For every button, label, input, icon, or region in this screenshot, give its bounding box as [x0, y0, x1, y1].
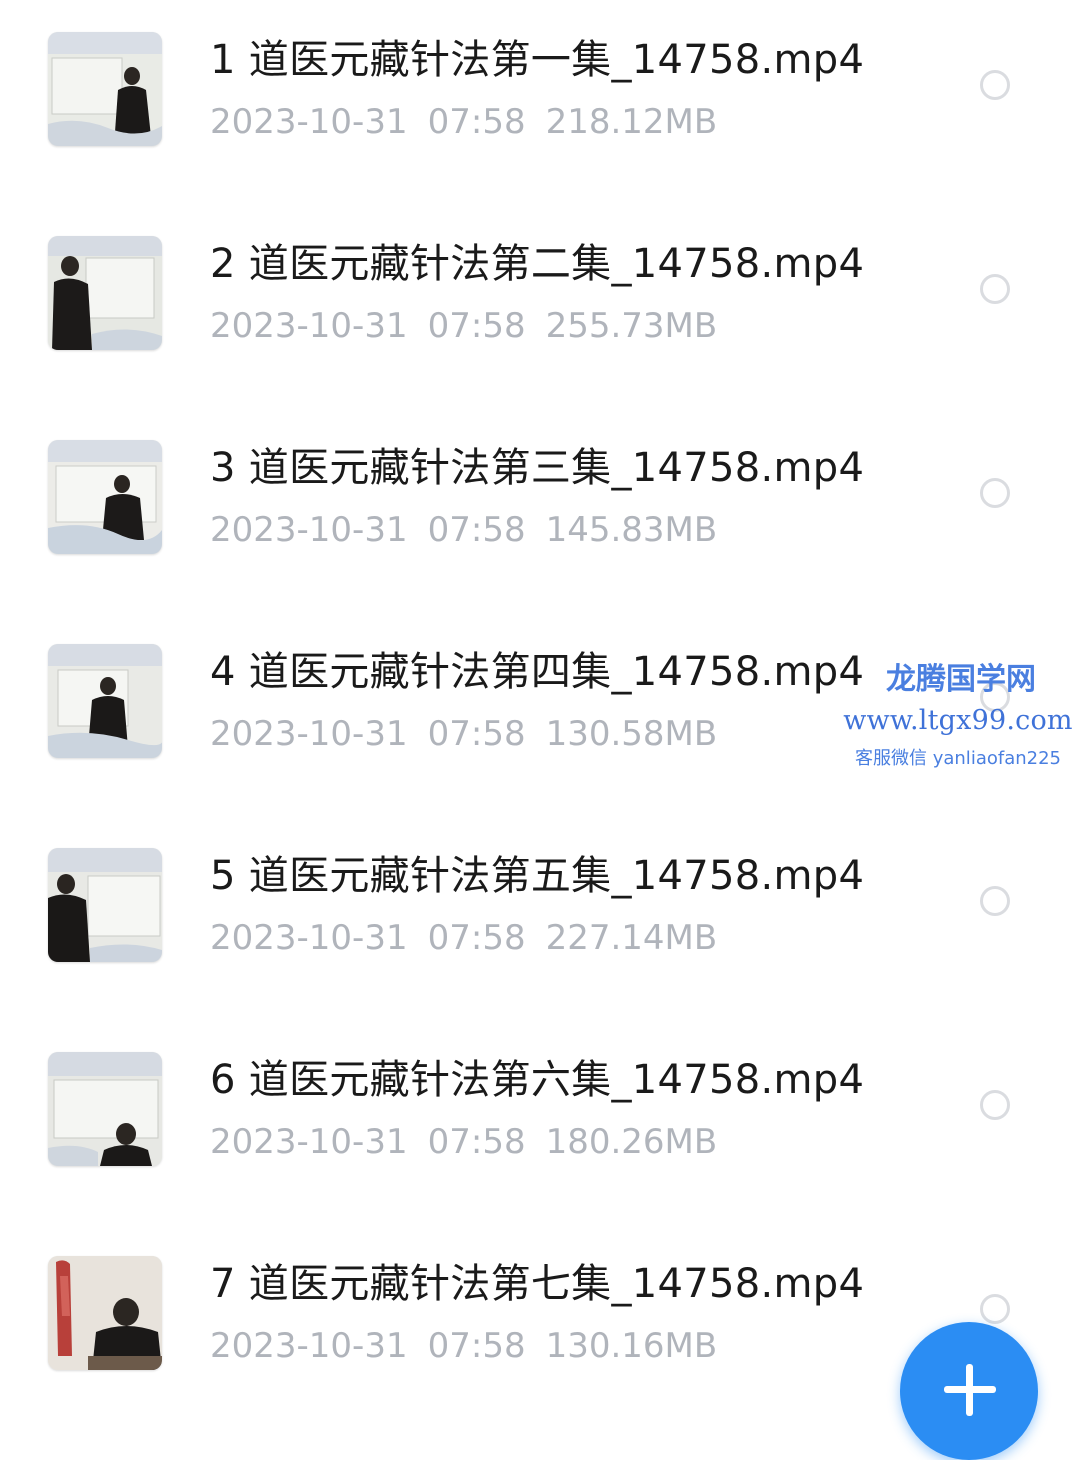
video-thumbnail: [48, 644, 162, 758]
file-meta: 2023-10-31 07:58 255.73MB: [210, 304, 737, 348]
file-size: 227.14MB: [545, 918, 718, 958]
file-name: 7 道医元藏针法第七集_14758.mp4: [210, 1261, 865, 1307]
select-checkbox[interactable]: [980, 274, 1010, 304]
file-size: 218.12MB: [545, 102, 718, 142]
file-time: 07:58: [427, 918, 526, 958]
watermark-contact: 客服微信 yanliaofan225: [855, 748, 1061, 769]
video-thumbnail: [48, 848, 162, 962]
watermark-url: www.ltgx99.com: [843, 705, 1073, 736]
file-time: 07:58: [427, 510, 526, 550]
file-date: 2023-10-31: [210, 1122, 408, 1162]
file-date: 2023-10-31: [210, 1326, 408, 1366]
file-size: 130.16MB: [545, 1326, 718, 1366]
file-time: 07:58: [427, 714, 526, 754]
file-meta: 2023-10-31 07:58 218.12MB: [210, 100, 737, 144]
file-date: 2023-10-31: [210, 714, 408, 754]
file-meta: 2023-10-31 07:58 180.26MB: [210, 1120, 737, 1164]
select-checkbox[interactable]: [980, 478, 1010, 508]
select-checkbox[interactable]: [980, 886, 1010, 916]
file-row[interactable]: 3 道医元藏针法第三集_14758.mp4 2023-10-31 07:58 145…: [0, 436, 1080, 586]
file-meta: 2023-10-31 07:58 227.14MB: [210, 916, 737, 960]
watermark-title: 龙腾国学网: [886, 662, 1036, 697]
watermark: 龙腾国学网 www.ltgx99.com 客服微信 yanliaofan225: [838, 660, 1078, 776]
video-thumbnail: [48, 32, 162, 146]
file-meta: 2023-10-31 07:58 145.83MB: [210, 508, 737, 552]
file-date: 2023-10-31: [210, 510, 408, 550]
file-size: 180.26MB: [545, 1122, 718, 1162]
file-row[interactable]: 1 道医元藏针法第一集_14758.mp4 2023-10-31 07:58 218…: [0, 28, 1080, 178]
file-time: 07:58: [427, 102, 526, 142]
file-date: 2023-10-31: [210, 102, 408, 142]
file-name: 3 道医元藏针法第三集_14758.mp4: [210, 445, 865, 491]
file-size: 145.83MB: [545, 510, 718, 550]
file-size: 255.73MB: [545, 306, 718, 346]
file-name: 2 道医元藏针法第二集_14758.mp4: [210, 241, 865, 287]
select-checkbox[interactable]: [980, 1294, 1010, 1324]
video-thumbnail: [48, 440, 162, 554]
file-meta: 2023-10-31 07:58 130.58MB: [210, 712, 737, 756]
file-row[interactable]: 2 道医元藏针法第二集_14758.mp4 2023-10-31 07:58 255…: [0, 232, 1080, 382]
file-time: 07:58: [427, 306, 526, 346]
file-date: 2023-10-31: [210, 918, 408, 958]
file-size: 130.58MB: [545, 714, 718, 754]
select-checkbox[interactable]: [980, 70, 1010, 100]
file-row[interactable]: 5 道医元藏针法第五集_14758.mp4 2023-10-31 07:58 227…: [0, 844, 1080, 994]
video-thumbnail: [48, 1052, 162, 1166]
file-row[interactable]: 6 道医元藏针法第六集_14758.mp4 2023-10-31 07:58 180…: [0, 1048, 1080, 1198]
video-thumbnail: [48, 236, 162, 350]
file-name: 6 道医元藏针法第六集_14758.mp4: [210, 1057, 865, 1103]
video-thumbnail: [48, 1256, 162, 1370]
select-checkbox[interactable]: [980, 1090, 1010, 1120]
file-name: 4 道医元藏针法第四集_14758.mp4: [210, 649, 865, 695]
file-name: 5 道医元藏针法第五集_14758.mp4: [210, 853, 865, 899]
add-button[interactable]: [900, 1322, 1038, 1460]
file-name: 1 道医元藏针法第一集_14758.mp4: [210, 37, 865, 83]
file-meta: 2023-10-31 07:58 130.16MB: [210, 1324, 737, 1368]
file-time: 07:58: [427, 1326, 526, 1366]
file-date: 2023-10-31: [210, 306, 408, 346]
file-time: 07:58: [427, 1122, 526, 1162]
